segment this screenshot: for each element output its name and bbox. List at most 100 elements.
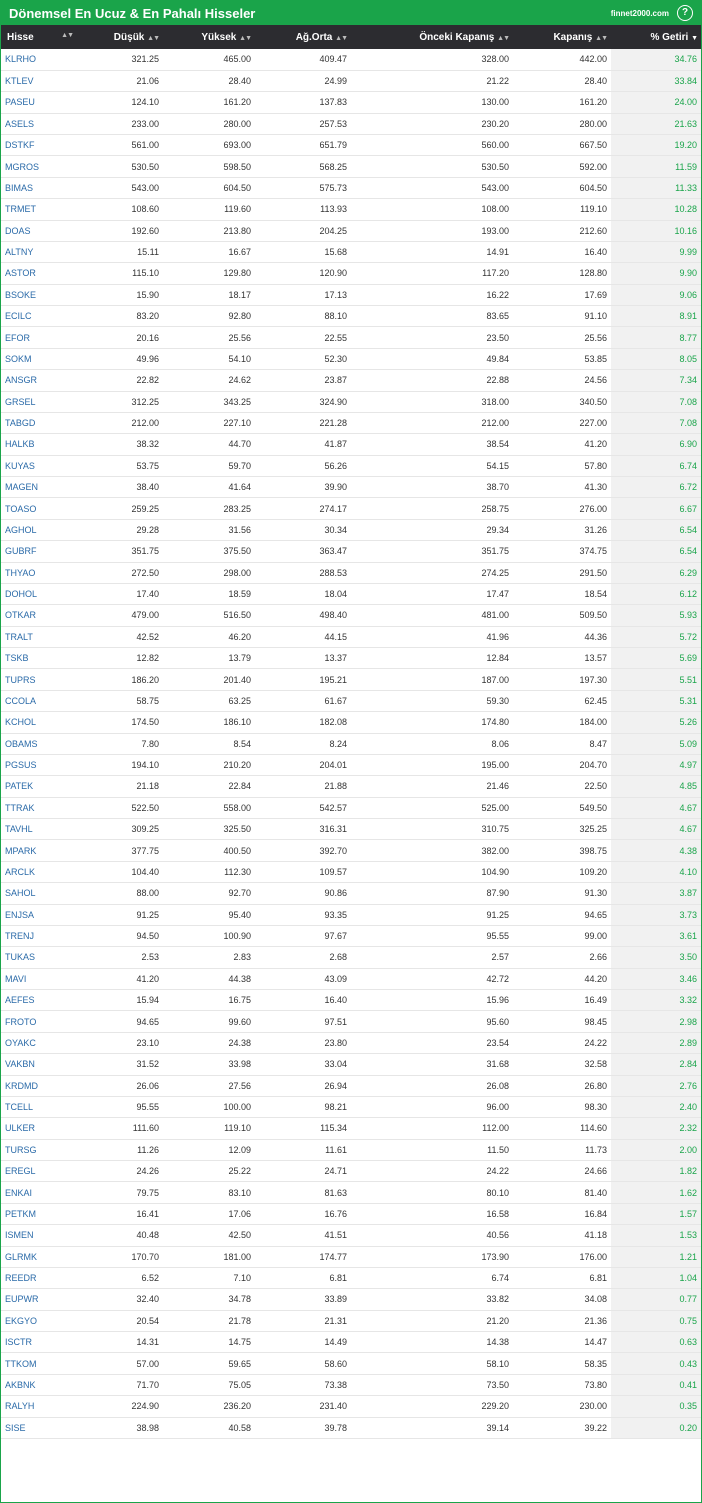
symbol-cell[interactable]: TCELL (1, 1096, 81, 1119)
symbol-cell[interactable]: TRALT (1, 626, 81, 649)
column-header-onceki-kapanis[interactable]: Önceki Kapanış ▲▼ (351, 25, 513, 49)
symbol-cell[interactable]: RALYH (1, 1395, 81, 1418)
table-row[interactable]: ARCLK 104.40 112.30 109.57 104.90 109.20 4.10 (1, 861, 701, 884)
sort-icon[interactable]: ▲▼ (239, 35, 252, 42)
column-header-kapanis[interactable]: Kapanış ▲▼ (513, 25, 611, 49)
table-row[interactable]: PETKM 16.41 17.06 16.76 16.58 16.84 1.57 (1, 1203, 701, 1226)
column-header-getiri[interactable]: % Getiri ▼ (611, 25, 701, 49)
table-row[interactable]: MGROS 530.50 598.50 568.25 530.50 592.00 11.59 (1, 155, 701, 178)
table-row[interactable]: OTKAR 479.00 516.50 498.40 481.00 509.50 5.93 (1, 604, 701, 627)
symbol-cell[interactable]: SOKM (1, 348, 81, 371)
table-row[interactable]: TOASO 259.25 283.25 274.17 258.75 276.00 6.67 (1, 497, 701, 520)
sort-icon[interactable]: ▲▼ (147, 35, 160, 42)
symbol-cell[interactable]: TUPRS (1, 668, 81, 691)
table-row[interactable]: RALYH 224.90 236.20 231.40 229.20 230.00 0.35 (1, 1395, 701, 1418)
table-row[interactable]: ULKER 111.60 119.10 115.34 112.00 114.60 2.32 (1, 1117, 701, 1140)
symbol-cell[interactable]: DOHOL (1, 583, 81, 606)
symbol-cell[interactable]: VAKBN (1, 1053, 81, 1076)
symbol-cell[interactable]: ASTOR (1, 262, 81, 285)
symbol-cell[interactable]: KUYAS (1, 455, 81, 478)
symbol-cell[interactable]: MPARK (1, 839, 81, 862)
table-row[interactable]: TABGD 212.00 227.10 221.28 212.00 227.00 7.08 (1, 412, 701, 435)
table-row[interactable]: AKBNK 71.70 75.05 73.38 73.50 73.80 0.41 (1, 1374, 701, 1397)
table-row[interactable]: KTLEV 21.06 28.40 24.99 21.22 28.40 33.84 (1, 70, 701, 93)
symbol-cell[interactable]: DOAS (1, 220, 81, 242)
table-row[interactable]: HALKB 38.32 44.70 41.87 38.54 41.20 6.90 (1, 433, 701, 456)
table-row[interactable]: OYAKC 23.10 24.38 23.80 23.54 24.22 2.89 (1, 1032, 701, 1055)
symbol-cell[interactable]: ENJSA (1, 904, 81, 926)
table-row[interactable]: REEDR 6.52 7.10 6.81 6.74 6.81 1.04 (1, 1267, 701, 1290)
symbol-cell[interactable]: PETKM (1, 1203, 81, 1226)
table-row[interactable]: MAVI 41.20 44.38 43.09 42.72 44.20 3.46 (1, 968, 701, 991)
table-row[interactable]: FROTO 94.65 99.60 97.51 95.60 98.45 2.98 (1, 1010, 701, 1033)
table-row[interactable]: PATEK 21.18 22.84 21.88 21.46 22.50 4.85 (1, 775, 701, 798)
table-row[interactable]: ASELS 233.00 280.00 257.53 230.20 280.00 21.63 (1, 113, 701, 136)
table-row[interactable]: AEFES 15.94 16.75 16.40 15.96 16.49 3.32 (1, 989, 701, 1012)
table-row[interactable]: EUPWR 32.40 34.78 33.89 33.82 34.08 0.77 (1, 1288, 701, 1311)
symbol-cell[interactable]: ECILC (1, 305, 81, 328)
table-row[interactable]: MPARK 377.75 400.50 392.70 382.00 398.75 4.38 (1, 839, 701, 862)
symbol-cell[interactable]: GLRMK (1, 1246, 81, 1268)
symbol-cell[interactable]: MAVI (1, 968, 81, 991)
symbol-cell[interactable]: KRDMD (1, 1075, 81, 1097)
symbol-cell[interactable]: ENKAI (1, 1181, 81, 1204)
symbol-cell[interactable]: CCOLA (1, 690, 81, 713)
table-row[interactable]: KUYAS 53.75 59.70 56.26 54.15 57.80 6.74 (1, 455, 701, 478)
symbol-cell[interactable]: TURSG (1, 1139, 81, 1162)
table-row[interactable]: ANSGR 22.82 24.62 23.87 22.88 24.56 7.34 (1, 369, 701, 392)
table-row[interactable]: VAKBN 31.52 33.98 33.04 31.68 32.58 2.84 (1, 1053, 701, 1076)
symbol-cell[interactable]: TRMET (1, 198, 81, 221)
sort-icon[interactable]: ▲▼ (595, 35, 608, 42)
symbol-cell[interactable]: DSTKF (1, 134, 81, 157)
symbol-cell[interactable]: ASELS (1, 113, 81, 136)
table-row[interactable]: TTKOM 57.00 59.65 58.60 58.10 58.35 0.43 (1, 1352, 701, 1375)
symbol-cell[interactable]: SISE (1, 1417, 81, 1439)
table-row[interactable]: ISMEN 40.48 42.50 41.51 40.56 41.18 1.53 (1, 1224, 701, 1247)
table-row[interactable]: TSKB 12.82 13.79 13.37 12.84 13.57 5.69 (1, 647, 701, 670)
table-row[interactable]: CCOLA 58.75 63.25 61.67 59.30 62.45 5.31 (1, 690, 701, 713)
symbol-cell[interactable]: TTRAK (1, 797, 81, 820)
symbol-cell[interactable]: TAVHL (1, 818, 81, 841)
table-row[interactable]: AGHOL 29.28 31.56 30.34 29.34 31.26 6.54 (1, 519, 701, 542)
table-row[interactable]: ECILC 83.20 92.80 88.10 83.65 91.10 8.91 (1, 305, 701, 328)
symbol-cell[interactable]: TOASO (1, 497, 81, 520)
symbol-cell[interactable]: REEDR (1, 1267, 81, 1290)
symbol-cell[interactable]: ISMEN (1, 1224, 81, 1247)
table-row[interactable]: ISCTR 14.31 14.75 14.49 14.38 14.47 0.63 (1, 1331, 701, 1354)
symbol-cell[interactable]: TSKB (1, 647, 81, 670)
table-row[interactable]: EFOR 20.16 25.56 22.55 23.50 25.56 8.77 (1, 326, 701, 349)
table-row[interactable]: EKGYO 20.54 21.78 21.31 21.20 21.36 0.75 (1, 1310, 701, 1333)
table-row[interactable]: BSOKE 15.90 18.17 17.13 16.22 17.69 9.06 (1, 284, 701, 307)
table-row[interactable]: KCHOL 174.50 186.10 182.08 174.80 184.00 5.26 (1, 711, 701, 734)
sort-icon[interactable]: ▲▼ (61, 32, 74, 39)
symbol-cell[interactable]: GUBRF (1, 540, 81, 563)
table-row[interactable]: TUKAS 2.53 2.83 2.68 2.57 2.66 3.50 (1, 946, 701, 969)
table-row[interactable]: MAGEN 38.40 41.64 39.90 38.70 41.30 6.72 (1, 476, 701, 499)
table-row[interactable]: SISE 38.98 40.58 39.78 39.14 39.22 0.20 (1, 1417, 701, 1439)
symbol-cell[interactable]: KLRHO (1, 49, 81, 71)
table-row[interactable]: DSTKF 561.00 693.00 651.79 560.00 667.50 19.20 (1, 134, 701, 157)
brand-link[interactable]: finnet2000.com (611, 9, 669, 18)
symbol-cell[interactable]: KCHOL (1, 711, 81, 734)
column-header-yuksek[interactable]: Yüksek ▲▼ (163, 25, 255, 49)
table-row[interactable]: TCELL 95.55 100.00 98.21 96.00 98.30 2.40 (1, 1096, 701, 1119)
symbol-cell[interactable]: ANSGR (1, 369, 81, 392)
table-row[interactable]: SAHOL 88.00 92.70 90.86 87.90 91.30 3.87 (1, 882, 701, 905)
sort-desc-icon[interactable]: ▼ (691, 35, 698, 42)
column-header-hisse[interactable]: Hisse ▲▼ (1, 25, 81, 49)
symbol-cell[interactable]: PASEU (1, 91, 81, 114)
symbol-cell[interactable]: EREGL (1, 1160, 81, 1183)
table-row[interactable]: PASEU 124.10 161.20 137.83 130.00 161.20 24.00 (1, 91, 701, 114)
symbol-cell[interactable]: HALKB (1, 433, 81, 456)
table-row[interactable]: TRMET 108.60 119.60 113.93 108.00 119.10 10.28 (1, 198, 701, 221)
symbol-cell[interactable]: AGHOL (1, 519, 81, 542)
table-row[interactable]: OBAMS 7.80 8.54 8.24 8.06 8.47 5.09 (1, 733, 701, 755)
table-row[interactable]: PGSUS 194.10 210.20 204.01 195.00 204.70 4.97 (1, 754, 701, 777)
table-row[interactable]: THYAO 272.50 298.00 288.53 274.25 291.50 6.29 (1, 562, 701, 584)
symbol-cell[interactable]: TUKAS (1, 946, 81, 969)
symbol-cell[interactable]: SAHOL (1, 882, 81, 905)
table-row[interactable]: ENKAI 79.75 83.10 81.63 80.10 81.40 1.62 (1, 1181, 701, 1204)
symbol-cell[interactable]: PATEK (1, 775, 81, 798)
table-row[interactable]: DOAS 192.60 213.80 204.25 193.00 212.60 10.16 (1, 220, 701, 242)
table-row[interactable]: EREGL 24.26 25.22 24.71 24.22 24.66 1.82 (1, 1160, 701, 1183)
